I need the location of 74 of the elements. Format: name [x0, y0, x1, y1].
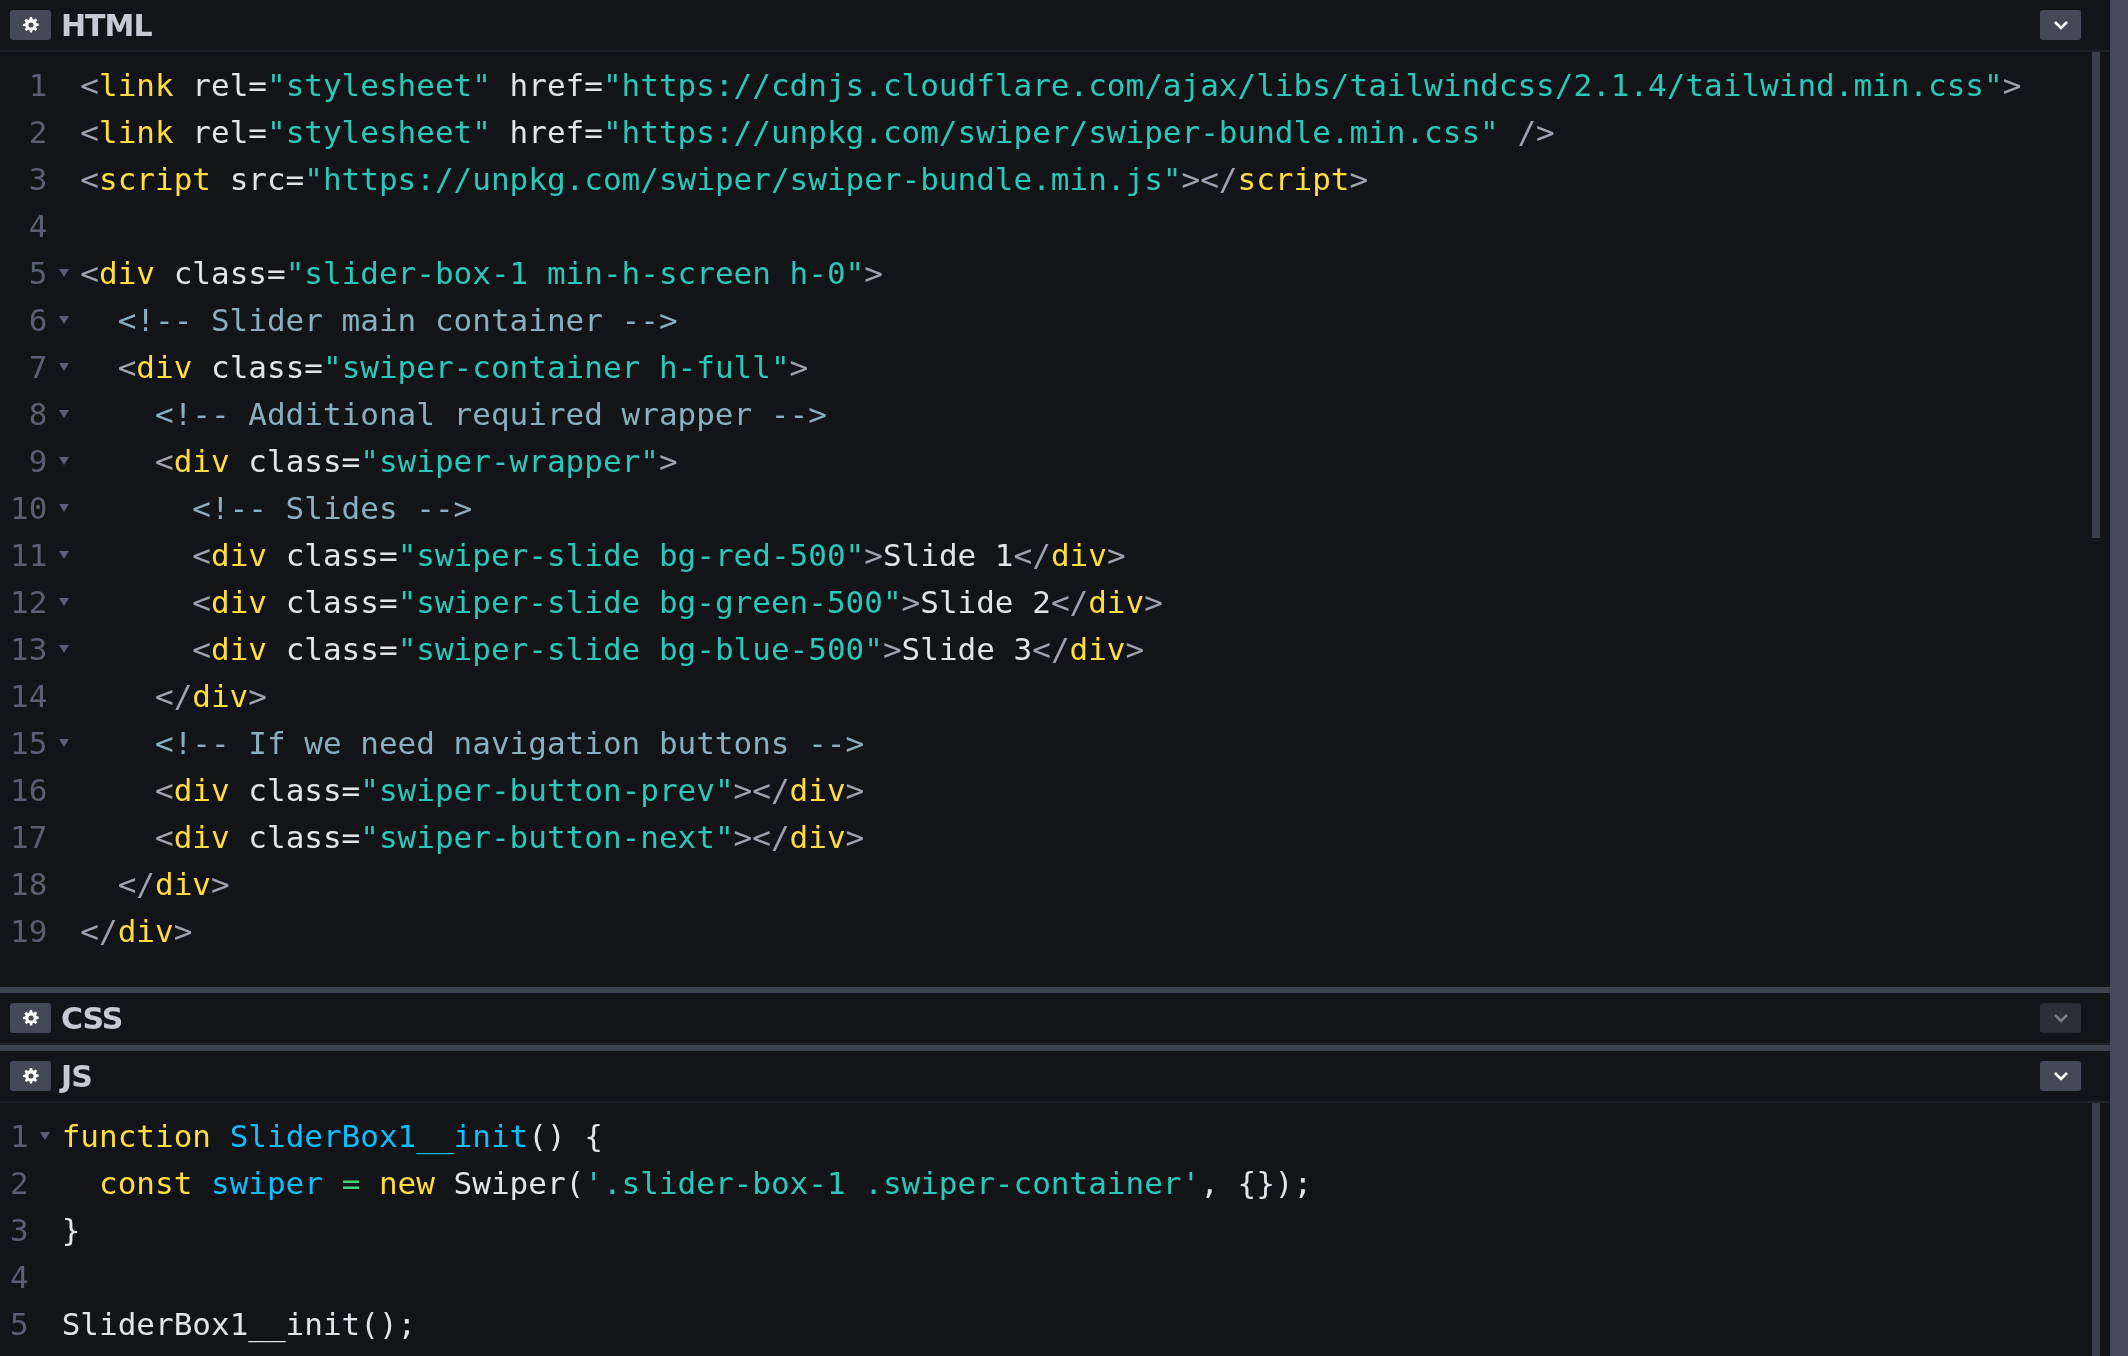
code-line: <div class="slider-box-1 min-h-screen h-0"> [80, 254, 883, 291]
line-number: 8 [27, 395, 48, 432]
resize-handle[interactable] [2110, 0, 2128, 1356]
fold-triangle-icon[interactable] [58, 597, 69, 606]
line-number: 9 [27, 442, 48, 479]
fold-triangle-icon[interactable] [58, 315, 69, 324]
line-number: 16 [10, 771, 48, 808]
code-line: <!-- Slider main container --> [116, 301, 678, 338]
code-line: const swiper = new Swiper('.slider-box-1 .swiper-container', {}); [97, 1164, 1313, 1201]
fold-triangle-icon[interactable] [40, 1131, 51, 1140]
code-line: <div class="swiper-button-next"></div> [153, 818, 865, 855]
chevron-down-icon [2052, 1071, 2069, 1081]
line-number: 15 [10, 724, 48, 761]
code-line: </div> [80, 912, 193, 949]
scrollbar-thumb[interactable] [2092, 1103, 2100, 1356]
code-line: } [61, 1211, 81, 1248]
line-number: 4 [27, 207, 48, 244]
line-number: 17 [10, 818, 48, 855]
line-number: 1 [27, 66, 48, 103]
collapse-button[interactable] [2040, 1061, 2081, 1091]
line-number: 12 [10, 583, 48, 620]
code-line: <div class="swiper-slide bg-blue-500">Slide 3</div> [191, 630, 1145, 667]
panel-title: JS [61, 1058, 92, 1094]
code-line: <link rel="stylesheet" href="https://cdnjs.cloudflare.com/ajax/libs/tailwindcss/2.1.4/tailwind.min.css"> [80, 66, 2022, 103]
panel-title: CSS [61, 1000, 123, 1036]
line-number: 10 [10, 489, 48, 526]
code-line: </div> [116, 865, 230, 902]
line-number: 11 [10, 536, 48, 573]
line-number: 3 [10, 1211, 29, 1248]
line-number: 6 [27, 301, 48, 338]
code-line: <link rel="stylesheet" href="https://unpkg.com/swiper/swiper-bundle.min.css" /> [80, 113, 1555, 150]
code-line: <div class="swiper-container h-full"> [116, 348, 809, 385]
line-number: 7 [27, 348, 48, 385]
line-number: 3 [27, 160, 48, 197]
scrollbar-thumb[interactable] [2092, 52, 2100, 539]
settings-button[interactable] [10, 1061, 51, 1091]
line-number: 5 [27, 254, 48, 291]
code-line: <!-- If we need navigation buttons --> [153, 724, 865, 761]
code-line: <!-- Slides --> [191, 489, 473, 526]
settings-icon [22, 17, 39, 33]
settings-button[interactable] [10, 10, 51, 40]
line-number: 4 [10, 1258, 29, 1295]
line-number: 14 [10, 677, 48, 714]
settings-icon [22, 1010, 39, 1026]
fold-triangle-icon[interactable] [58, 409, 69, 418]
fold-triangle-icon[interactable] [58, 644, 69, 653]
code-line: </div> [153, 677, 267, 714]
code-line: <div class="swiper-slide bg-red-500">Slide 1</div> [191, 536, 1126, 573]
code-line: <!-- Additional required wrapper --> [153, 395, 827, 432]
code-line: function SliderBox1__init() { [61, 1117, 603, 1154]
panel-title: HTML [61, 7, 152, 43]
line-number: 13 [10, 630, 48, 667]
code-line: SliderBox1__init(); [61, 1305, 417, 1342]
fold-triangle-icon[interactable] [58, 503, 69, 512]
line-number: 5 [10, 1305, 29, 1342]
fold-triangle-icon[interactable] [58, 738, 69, 747]
line-number: 2 [27, 113, 48, 150]
fold-triangle-icon[interactable] [58, 268, 69, 277]
fold-triangle-icon[interactable] [58, 550, 69, 559]
code-line: <div class="swiper-wrapper"> [153, 442, 678, 479]
chevron-down-icon [2052, 20, 2069, 30]
line-number: 19 [10, 912, 48, 949]
line-number: 18 [10, 865, 48, 902]
settings-button[interactable] [10, 1003, 51, 1033]
collapse-button[interactable] [2040, 10, 2081, 40]
code-line: <script src="https://unpkg.com/swiper/swiper-bundle.min.js"></script> [80, 160, 1369, 197]
code-line: <div class="swiper-slide bg-green-500">Slide 2</div> [191, 583, 1163, 620]
fold-triangle-icon[interactable] [58, 456, 69, 465]
settings-icon [22, 1068, 39, 1084]
chevron-down-icon [2052, 1013, 2069, 1023]
line-number: 2 [10, 1164, 29, 1201]
code-line: <div class="swiper-button-prev"></div> [153, 771, 865, 808]
line-number: 1 [10, 1117, 29, 1154]
fold-triangle-icon[interactable] [58, 362, 69, 371]
